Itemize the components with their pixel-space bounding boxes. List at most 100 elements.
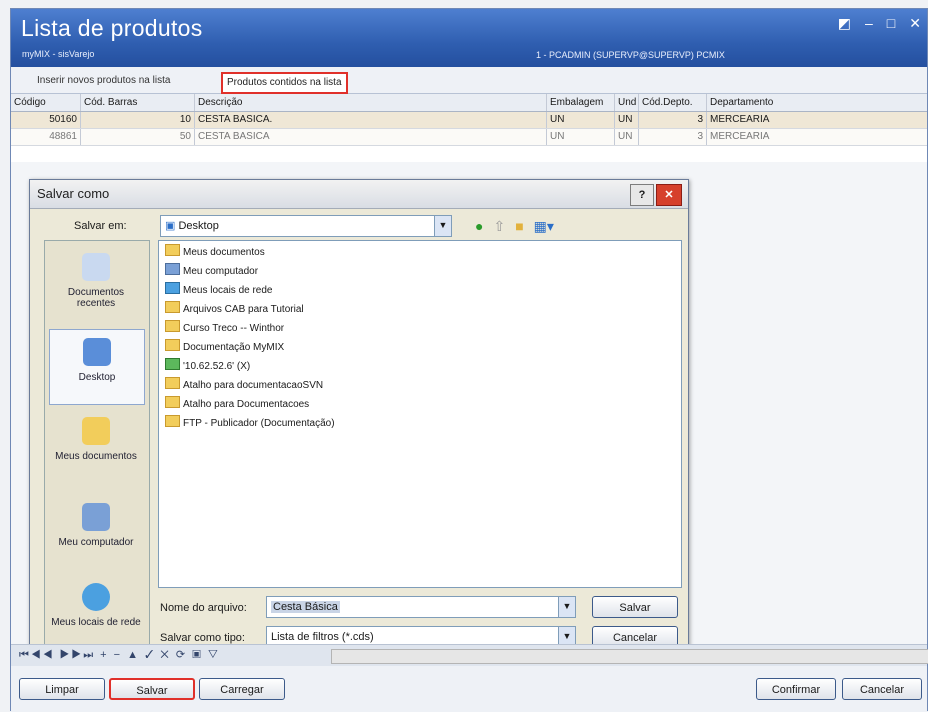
- navigator-icons[interactable]: ⏮◀◀ ▶▶⏭ + − ▲ ✓ ✕ ⟳ ▣ ▽: [19, 648, 220, 662]
- filename-label: Nome do arquivo:: [160, 602, 247, 614]
- place-label: Meu computador: [58, 537, 134, 548]
- col-descricao[interactable]: Descrição: [195, 94, 547, 111]
- connection-info: 1 - PCADMIN (SUPERVP@SUPERVP) PCMIX: [536, 50, 725, 60]
- horizontal-scrollbar[interactable]: [331, 649, 928, 664]
- places-bar: Documentos recentes Desktop Meus documen…: [44, 240, 150, 654]
- filename-input[interactable]: Cesta Básica ▼: [266, 596, 576, 618]
- cell-codigo: 50160: [11, 112, 81, 128]
- app-window: Lista de produtos myMIX - sisVarejo 1 - …: [10, 8, 928, 712]
- place-label: Documentos recentes: [67, 287, 125, 309]
- cell-embalagem: UN: [547, 112, 615, 128]
- file-name: Atalho para documentacaoSVN: [183, 380, 324, 391]
- place-documentos-recentes[interactable]: Documentos recentes: [49, 245, 143, 319]
- restore-icon[interactable]: ◩: [838, 15, 851, 32]
- carregar-button[interactable]: Carregar: [199, 678, 285, 700]
- up-folder-icon[interactable]: ⇧: [493, 218, 505, 235]
- chevron-down-icon[interactable]: ▼: [558, 597, 575, 617]
- place-label: Meus documentos: [55, 451, 137, 462]
- cell-departamento: MERCEARIA: [707, 129, 928, 145]
- computer-icon: [165, 263, 180, 275]
- tab-strip: Inserir novos produtos na lista Produtos…: [11, 67, 927, 94]
- file-name: Arquivos CAB para Tutorial: [183, 304, 304, 315]
- list-item[interactable]: Meus locais de rede: [165, 281, 273, 300]
- new-folder-icon[interactable]: ■: [515, 218, 523, 235]
- cell-descricao: CESTA BASICA.: [195, 112, 547, 128]
- file-name: Atalho para Documentacoes: [183, 399, 310, 410]
- place-desktop[interactable]: Desktop: [49, 329, 145, 405]
- cancelar-button[interactable]: Cancelar: [842, 678, 922, 700]
- save-in-dropdown[interactable]: ▣ Desktop ▼: [160, 215, 452, 237]
- col-cod-depto[interactable]: Cód.Depto.: [639, 94, 707, 111]
- file-list: Meus documentos Meu computador Meus loca…: [158, 240, 682, 588]
- salvar-button[interactable]: Salvar: [109, 678, 195, 700]
- dialog-save-button[interactable]: Salvar: [592, 596, 678, 618]
- folder-icon: [165, 320, 180, 332]
- place-meu-computador[interactable]: Meu computador: [49, 495, 143, 569]
- network-places-icon: [82, 583, 110, 611]
- file-name: Meus documentos: [183, 247, 265, 258]
- save-as-dialog: Salvar como ? ✕ Salvar em: ▣ Desktop ▼ ●…: [29, 179, 689, 669]
- maximize-icon[interactable]: □: [887, 15, 895, 32]
- col-departamento[interactable]: Departamento: [707, 94, 928, 111]
- list-item[interactable]: Documentação MyMIX: [165, 338, 284, 357]
- cell-departamento: MERCEARIA: [707, 112, 928, 128]
- list-item[interactable]: Meus documentos: [165, 243, 265, 262]
- minimize-icon[interactable]: –: [865, 15, 873, 32]
- list-item[interactable]: '10.62.52.6' (X): [165, 357, 250, 376]
- table-row[interactable]: 48861 50 CESTA BASICA UN UN 3 MERCEARIA: [11, 129, 927, 146]
- cell-und: UN: [615, 112, 639, 128]
- help-icon[interactable]: ?: [630, 184, 654, 206]
- list-item[interactable]: Atalho para documentacaoSVN: [165, 376, 323, 395]
- dialog-title-bar: Salvar como ? ✕: [30, 180, 688, 209]
- limpar-button[interactable]: Limpar: [19, 678, 105, 700]
- file-name: '10.62.52.6' (X): [183, 361, 251, 372]
- list-item[interactable]: FTP - Publicador (Documentação): [165, 414, 335, 433]
- list-item[interactable]: Arquivos CAB para Tutorial: [165, 300, 304, 319]
- tab-inserir-novos[interactable]: Inserir novos produtos na lista: [33, 72, 174, 90]
- col-codigo[interactable]: Código: [11, 94, 81, 111]
- place-label: Meus locais de rede: [51, 617, 141, 628]
- dialog-title: Salvar como: [37, 186, 110, 201]
- grid-header: Código Cód. Barras Descrição Embalagem U…: [11, 94, 927, 112]
- list-item[interactable]: Atalho para Documentacoes: [165, 395, 309, 414]
- save-in-label: Salvar em:: [74, 220, 127, 232]
- bottom-button-bar: Limpar Salvar Carregar Confirmar Cancela…: [11, 666, 927, 712]
- chevron-down-icon[interactable]: ▼: [434, 216, 451, 236]
- network-icon: [165, 282, 180, 294]
- shortcut-icon: [165, 396, 180, 408]
- place-meus-documentos[interactable]: Meus documentos: [49, 409, 143, 489]
- desktop-icon: ▣: [165, 220, 179, 232]
- my-documents-icon: [82, 417, 110, 445]
- place-meus-locais-de-rede[interactable]: Meus locais de rede: [49, 575, 143, 649]
- file-name: Meus locais de rede: [183, 285, 273, 296]
- list-item[interactable]: Meu computador: [165, 262, 258, 281]
- col-cod-barras[interactable]: Cód. Barras: [81, 94, 195, 111]
- cell-und: UN: [615, 129, 639, 145]
- col-und[interactable]: Und: [615, 94, 639, 111]
- app-title: Lista de produtos: [21, 15, 203, 41]
- folder-icon: [165, 244, 180, 256]
- tab-produtos-contidos[interactable]: Produtos contidos na lista: [221, 72, 348, 94]
- file-name: Documentação MyMIX: [183, 342, 285, 353]
- folder-icon: [165, 301, 180, 313]
- close-icon[interactable]: ✕: [909, 15, 921, 32]
- product-grid: Código Cód. Barras Descrição Embalagem U…: [11, 94, 927, 162]
- cell-cod-barras: 50: [81, 129, 195, 145]
- dialog-close-icon[interactable]: ✕: [656, 184, 682, 206]
- views-menu-icon[interactable]: ▦▾: [534, 218, 554, 235]
- app-subtitle: myMIX - sisVarejo: [22, 49, 95, 59]
- filename-value: Cesta Básica: [271, 601, 340, 613]
- file-name: Curso Treco -- Winthor: [183, 323, 285, 334]
- title-bar: Lista de produtos myMIX - sisVarejo 1 - …: [11, 9, 927, 67]
- col-embalagem[interactable]: Embalagem: [547, 94, 615, 111]
- dialog-toolbar: ● ⇧ ■ ▦▾: [475, 218, 554, 235]
- filetype-label: Salvar como tipo:: [160, 632, 245, 644]
- confirmar-button[interactable]: Confirmar: [756, 678, 836, 700]
- desktop-icon: [83, 338, 111, 366]
- my-computer-icon: [82, 503, 110, 531]
- cell-cod-depto: 3: [639, 129, 707, 145]
- back-icon[interactable]: ●: [475, 218, 483, 235]
- table-row[interactable]: 50160 10 CESTA BASICA. UN UN 3 MERCEARIA: [11, 112, 927, 129]
- cell-descricao: CESTA BASICA: [195, 129, 547, 145]
- list-item[interactable]: Curso Treco -- Winthor: [165, 319, 284, 338]
